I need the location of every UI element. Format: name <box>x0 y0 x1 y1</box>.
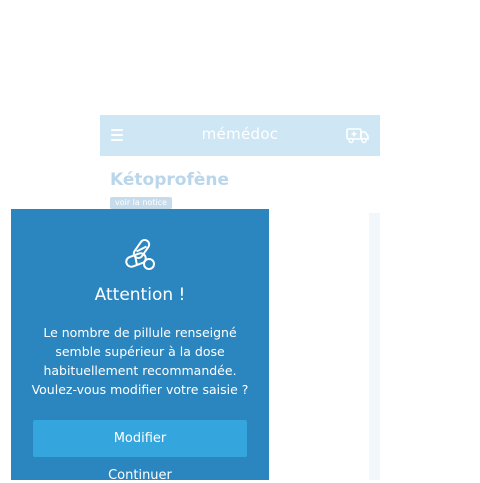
modify-button[interactable]: Modifier <box>33 420 247 457</box>
view-notice-button[interactable]: voir la notice <box>110 197 172 209</box>
message-line: habituellement recommandée. <box>43 363 237 378</box>
modal-message: Le nombre de pillule renseigné semble su… <box>23 323 257 399</box>
attention-modal: Attention ! Le nombre de pillule renseig… <box>11 209 269 483</box>
top-bar: mémédoc <box>100 115 380 156</box>
message-line: Voulez-vous modifier votre saisie ? <box>31 382 249 397</box>
continue-button[interactable]: Continuer <box>11 468 269 483</box>
drug-title: Kétoprofène <box>110 170 229 190</box>
message-line: Le nombre de pillule renseigné <box>43 325 237 340</box>
pills-icon <box>125 238 155 270</box>
modal-title: Attention ! <box>94 285 186 305</box>
message-line: semble supérieur à la dose <box>55 344 225 359</box>
ambulance-icon[interactable] <box>346 127 369 144</box>
app-brand: mémédoc <box>201 125 279 143</box>
right-strip <box>369 213 380 480</box>
